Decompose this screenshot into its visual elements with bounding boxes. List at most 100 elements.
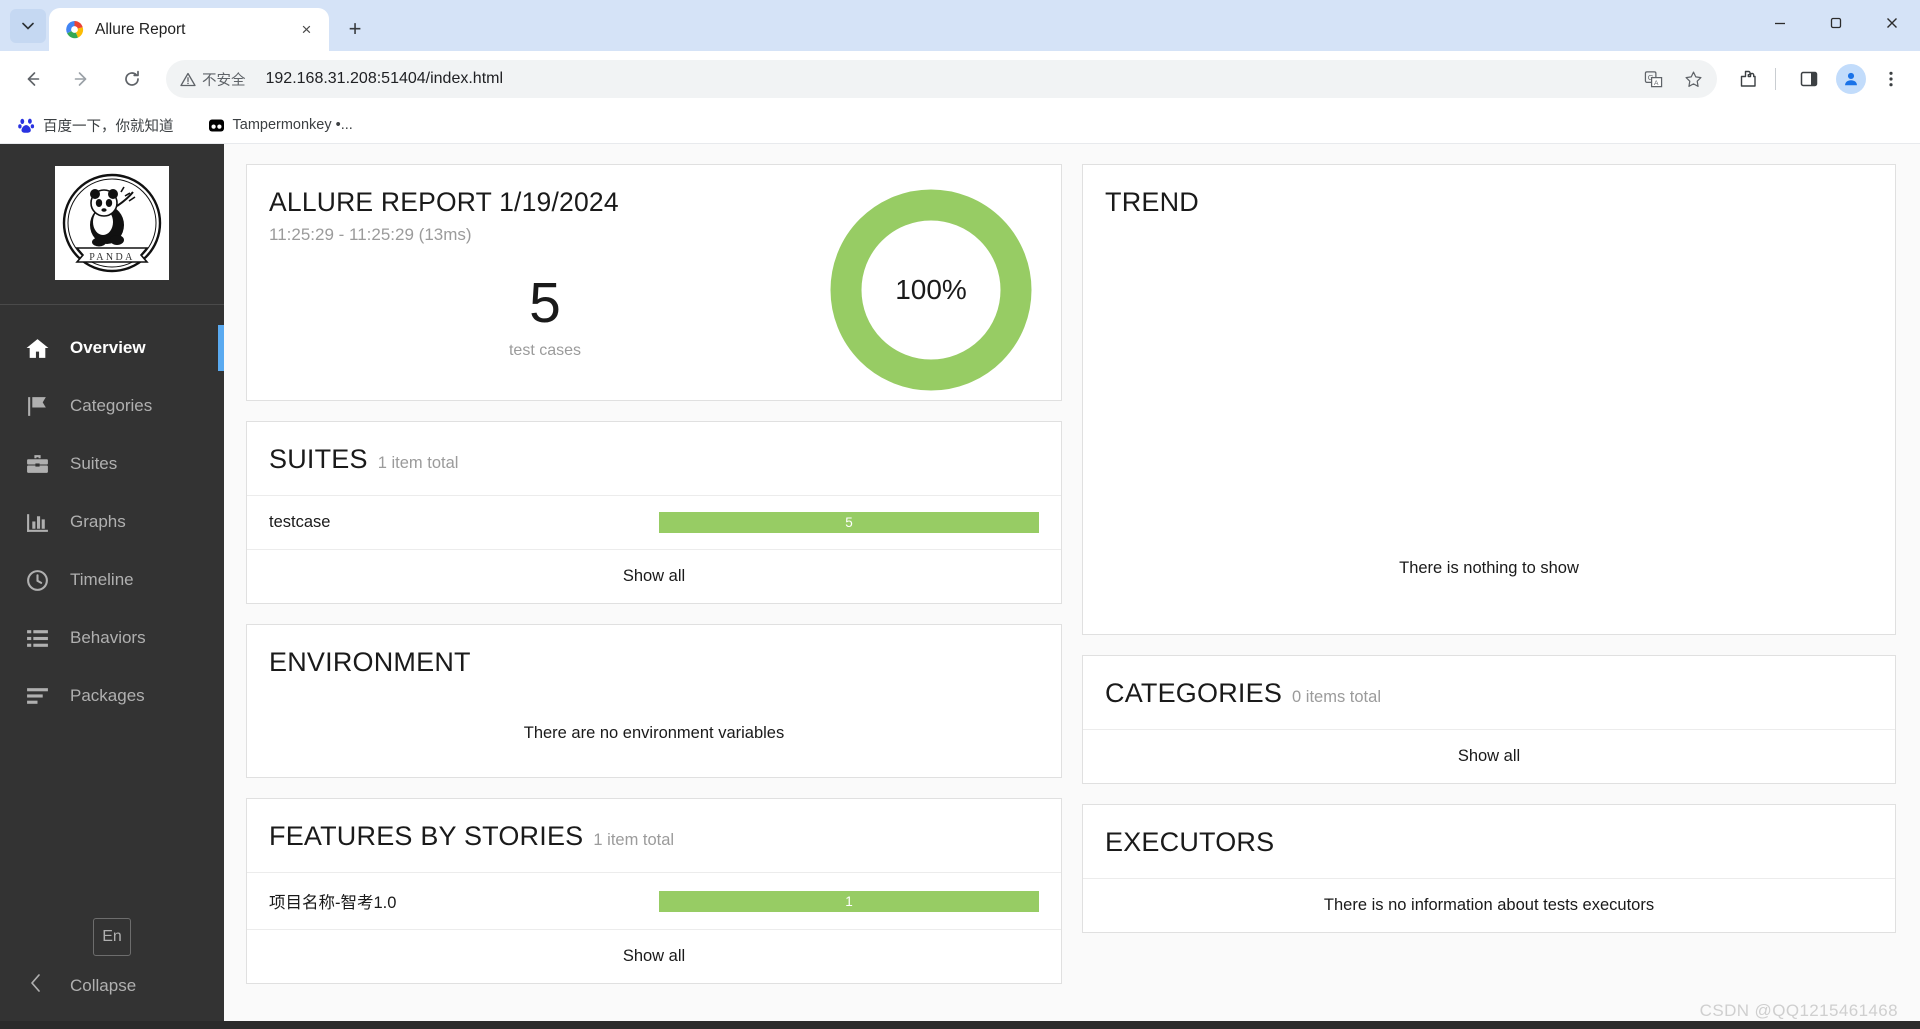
categories-widget: CATEGORIES 0 items total Show all <box>1082 655 1896 784</box>
back-icon[interactable] <box>12 59 52 99</box>
close-window-icon[interactable] <box>1864 0 1920 46</box>
features-subtitle: 1 item total <box>593 831 675 849</box>
report-title: ALLURE REPORT 1/19/2024 <box>269 187 619 217</box>
sidebar-item-label: Graphs <box>70 512 126 531</box>
side-panel-icon[interactable] <box>1792 62 1826 96</box>
sidebar-item-overview[interactable]: Overview <box>0 319 224 377</box>
panda-logo-caption: PANDA <box>89 252 135 263</box>
tab-search-button[interactable] <box>10 9 46 43</box>
sidebar-item-label: Packages <box>70 686 145 705</box>
suites-title: SUITES <box>269 444 368 474</box>
translate-icon[interactable]: GA <box>1637 63 1669 95</box>
bottom-strip <box>0 1021 1920 1029</box>
clock-icon <box>24 567 50 593</box>
bar-chart-icon <box>24 509 50 535</box>
lines-icon <box>24 683 50 709</box>
sidebar-item-label: Suites <box>70 454 118 473</box>
maximize-icon[interactable] <box>1808 0 1864 46</box>
sidebar-item-suites[interactable]: Suites <box>0 435 224 493</box>
sidebar-item-graphs[interactable]: Graphs <box>0 493 224 551</box>
window-controls <box>1752 0 1920 46</box>
tampermonkey-icon <box>208 117 225 134</box>
sidebar-item-label: Behaviors <box>70 628 146 647</box>
executors-title: EXECUTORS <box>1105 827 1275 857</box>
trend-header: TREND <box>1083 165 1895 238</box>
watermark: CSDN @QQ1215461468 <box>1699 1001 1898 1020</box>
sidebar-footer: En Collapse <box>0 918 224 1029</box>
status-donut-chart[interactable]: 100% <box>801 187 1061 392</box>
test-case-count-label: test cases <box>508 342 582 359</box>
suite-bar: 5 <box>659 512 1039 533</box>
allure-favicon-icon <box>65 20 84 39</box>
tab-strip: Allure Report × + <box>0 0 1920 51</box>
sidebar-nav: Overview Categories Suites Graphs Timeli… <box>0 305 224 725</box>
environment-header: ENVIRONMENT <box>247 625 1061 698</box>
bookmark-label: Tampermonkey •... <box>232 117 353 133</box>
suites-widget: SUITES 1 item total testcase 5 Show all <box>246 421 1062 604</box>
overview-content: ALLURE REPORT 1/19/2024 11:25:29 - 11:25… <box>224 144 1920 1029</box>
flag-icon <box>24 393 50 419</box>
executors-widget: EXECUTORS There is no information about … <box>1082 804 1896 933</box>
not-secure-label: 不安全 <box>202 72 246 89</box>
sidebar-item-label: Timeline <box>70 570 134 589</box>
left-column: ALLURE REPORT 1/19/2024 11:25:29 - 11:25… <box>246 164 1062 1029</box>
bookmark-label: 百度一下，你就知道 <box>43 118 174 135</box>
bookmark-tampermonkey[interactable]: Tampermonkey •... <box>202 114 359 137</box>
collapse-button[interactable]: Collapse <box>0 972 224 999</box>
features-header: FEATURES BY STORIES 1 item total <box>247 799 1061 872</box>
right-column: TREND There is nothing to show CATEGORIE… <box>1082 164 1896 1029</box>
features-widget: FEATURES BY STORIES 1 item total 项目名称-智考… <box>246 798 1062 984</box>
browser-toolbar: 不安全 192.168.31.208:51404/index.html GA <box>0 51 1920 107</box>
categories-title: CATEGORIES <box>1105 678 1283 708</box>
executors-header: EXECUTORS <box>1083 805 1895 878</box>
sidebar-item-label: Overview <box>70 338 146 357</box>
profile-avatar[interactable] <box>1836 64 1866 94</box>
language-button[interactable]: En <box>93 918 131 956</box>
sidebar-item-behaviors[interactable]: Behaviors <box>0 609 224 667</box>
close-icon[interactable]: × <box>294 17 319 42</box>
categories-show-all[interactable]: Show all <box>1083 729 1895 783</box>
baidu-paw-icon <box>18 117 35 134</box>
sidebar-item-categories[interactable]: Categories <box>0 377 224 435</box>
not-secure-indicator[interactable]: 不安全 <box>180 69 246 90</box>
suites-header: SUITES 1 item total <box>247 422 1061 495</box>
star-icon[interactable] <box>1677 63 1709 95</box>
features-show-all[interactable]: Show all <box>247 929 1061 983</box>
new-tab-button[interactable]: + <box>338 12 372 46</box>
bookmarks-bar: 百度一下，你就知道 Tampermonkey •... <box>0 107 1920 144</box>
features-title: FEATURES BY STORIES <box>269 821 584 851</box>
puzzle-icon[interactable] <box>1731 62 1765 96</box>
table-row[interactable]: 项目名称-智考1.0 1 <box>247 872 1061 929</box>
address-bar[interactable]: 不安全 192.168.31.208:51404/index.html GA <box>166 60 1717 98</box>
suites-show-all[interactable]: Show all <box>247 549 1061 603</box>
forward-icon[interactable] <box>62 59 102 99</box>
environment-widget: ENVIRONMENT There are no environment var… <box>246 624 1062 778</box>
trend-empty-message: There is nothing to show <box>1399 559 1579 577</box>
sidebar-item-label: Categories <box>70 396 153 415</box>
home-icon <box>24 335 50 361</box>
app-sidebar: PANDA Overview Categories Suites Graphs … <box>0 144 224 1029</box>
table-row[interactable]: testcase 5 <box>247 495 1061 549</box>
collapse-label: Collapse <box>70 975 137 995</box>
tab-title: Allure Report <box>95 20 186 38</box>
sidebar-item-packages[interactable]: Packages <box>0 667 224 725</box>
panda-logo: PANDA <box>55 166 169 280</box>
test-case-count: 5 <box>529 271 561 335</box>
url-text[interactable]: 192.168.31.208:51404/index.html <box>254 70 1630 88</box>
environment-empty-message: There are no environment variables <box>523 724 785 742</box>
bookmark-baidu[interactable]: 百度一下，你就知道 <box>12 112 180 139</box>
reload-icon[interactable] <box>112 59 152 99</box>
test-case-counter: 5 test cases <box>289 275 801 360</box>
categories-subtitle: 0 items total <box>1292 688 1381 706</box>
browser-tab[interactable]: Allure Report × <box>49 8 329 51</box>
suite-name: testcase <box>269 513 331 531</box>
toolbar-divider <box>1775 68 1776 90</box>
svg-text:A: A <box>1653 80 1658 87</box>
sidebar-item-timeline[interactable]: Timeline <box>0 551 224 609</box>
minimize-icon[interactable] <box>1752 0 1808 46</box>
browser-window: Allure Report × + 不安全 192.168.31.208:514… <box>0 0 1920 1029</box>
list-icon <box>24 625 50 651</box>
executors-empty-message: There is no information about tests exec… <box>1083 878 1895 932</box>
three-dot-menu-icon[interactable] <box>1874 62 1908 96</box>
trend-widget: TREND There is nothing to show <box>1082 164 1896 635</box>
